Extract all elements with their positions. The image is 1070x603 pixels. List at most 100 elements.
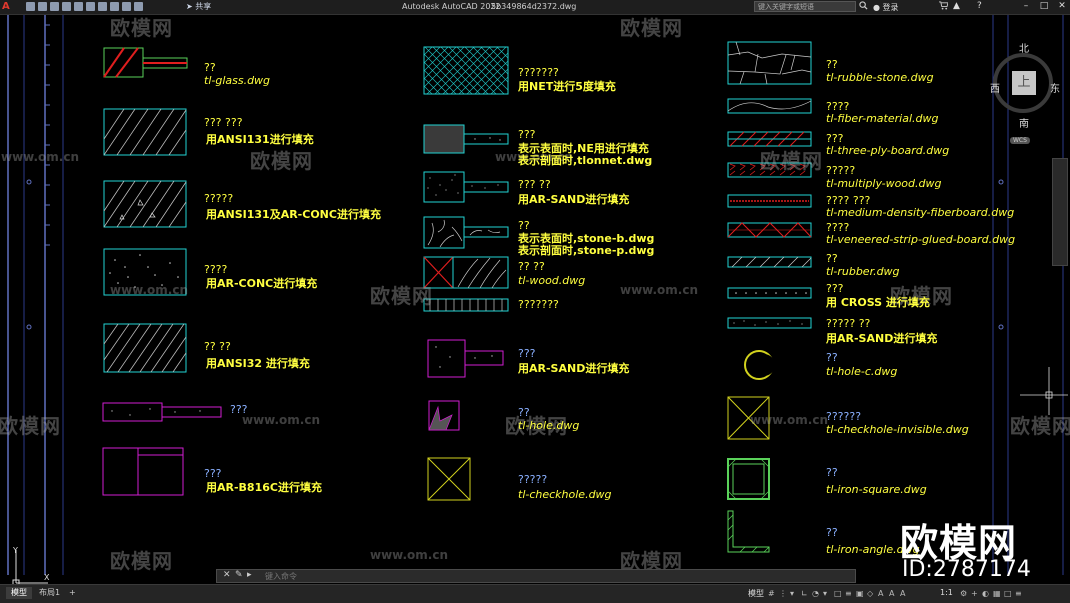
grid-icon[interactable]: # — [768, 589, 776, 598]
save-web-icon[interactable] — [86, 2, 95, 11]
open-web-icon[interactable] — [74, 2, 83, 11]
annotation-scale[interactable]: 1:1 — [940, 588, 953, 597]
autoscale-icon[interactable]: A — [900, 589, 908, 598]
hatch-desc: 用ANSI131及AR-CONC进行填充 — [206, 208, 381, 221]
login-button[interactable]: ● 登录 — [873, 2, 899, 13]
close-button[interactable]: ✕ — [1054, 0, 1070, 13]
hatch-desc: 用AR-B816C进行填充 — [206, 481, 322, 494]
hatch-desc: 用AR-SAND进行填充 — [518, 193, 630, 206]
hatch-file: tl-rubber.dwg — [826, 265, 900, 278]
save-as-icon[interactable] — [62, 2, 71, 11]
hatch-desc: 表示剖面时,tlonnet.dwg — [518, 154, 653, 167]
annotation-icon[interactable]: A — [878, 589, 886, 598]
osnap-icon[interactable]: □ — [834, 589, 842, 598]
transparency-icon[interactable]: ▣ — [856, 589, 864, 598]
hatch-title: ?? ?? — [518, 260, 545, 273]
tab-layout1[interactable]: 布局1 — [34, 587, 65, 599]
ortho-icon[interactable]: ∟ — [801, 589, 809, 598]
share-label: 共享 — [195, 2, 212, 11]
hatch-title: ??? ?? — [518, 178, 551, 191]
cart-icon[interactable] — [939, 1, 949, 12]
drawing-canvas[interactable]: 欧模网 欧模网 欧模网 欧模网 欧模网 欧模网 欧模网 欧模网 欧模网 欧模网 … — [0, 15, 1070, 587]
tab-model[interactable]: 模型 — [6, 587, 32, 599]
watermark-brand: 欧模网 — [250, 149, 313, 173]
autocad-logo-icon[interactable]: A — [2, 1, 14, 13]
watermark-url: www.om.cn — [242, 413, 321, 427]
hatch-title: ??????? — [518, 66, 559, 79]
command-line: ✕ ✎ ▸ — [216, 569, 856, 583]
hatch-title: ?? — [518, 219, 530, 232]
gear-icon[interactable]: ⚙ — [960, 589, 968, 598]
workspace-icon[interactable] — [134, 2, 143, 11]
hatch-title: ?? — [826, 351, 838, 364]
status-bar: 模型 布局1 + 模型 # ⋮ ▾ ∟ ◔ ▾ □ ≡ ▣ ◇ A A A 1:… — [0, 584, 1070, 603]
customize-icon[interactable]: ≡ — [1015, 589, 1023, 598]
help-icon[interactable]: ? — [977, 1, 982, 11]
hatch-title: ????? — [518, 473, 548, 486]
selection-cycling-icon[interactable]: ◇ — [867, 589, 875, 598]
watermark-brand: 欧模网 — [110, 549, 173, 573]
new-file-icon[interactable] — [26, 2, 35, 11]
watermark-url: www.om.cn — [110, 283, 189, 297]
minimize-button[interactable]: – — [1018, 0, 1034, 13]
watermark-url: www.om.cn — [620, 283, 699, 297]
file-name: 5b349864d2372.dwg — [491, 2, 577, 11]
viewcube[interactable]: 北 西 上 东 南 WCS — [990, 40, 1060, 144]
wcs-menu[interactable]: WCS — [1010, 137, 1030, 144]
compass-south[interactable]: 南 — [1019, 115, 1029, 130]
quick-access-toolbar — [26, 2, 143, 12]
isolate-icon[interactable]: ◐ — [982, 589, 990, 598]
polar-icon[interactable]: ◔ — [812, 589, 820, 598]
hatch-file: tl-iron-square.dwg — [826, 483, 927, 496]
hatch-desc: 用ANSI32 进行填充 — [206, 357, 310, 370]
hatch-file: tl-checkhole.dwg — [518, 488, 612, 501]
viewcube-top-face[interactable]: 上 — [1012, 71, 1036, 95]
wrench-icon[interactable]: ✎ — [235, 570, 243, 580]
maximize-button[interactable]: □ — [1036, 0, 1052, 13]
plus-icon[interactable]: + — [971, 589, 979, 598]
search-input[interactable]: 键入关键字或短语 — [754, 1, 856, 12]
snap-icon[interactable]: ⋮ — [779, 589, 787, 598]
open-file-icon[interactable] — [38, 2, 47, 11]
command-prompt-icon[interactable]: ▸ — [247, 570, 252, 580]
undo-icon[interactable] — [110, 2, 119, 11]
hatch-title: ?? — [518, 406, 530, 419]
search-icon[interactable] — [859, 1, 868, 10]
status-toggles: # ⋮ ▾ ∟ ◔ ▾ □ ≡ ▣ ◇ A A A — [768, 587, 908, 600]
hatch-title: ??? — [518, 347, 536, 360]
share-button[interactable]: ➤ 共享 — [186, 1, 211, 12]
watermark-url: www.om.cn — [1, 150, 80, 164]
redo-icon[interactable] — [122, 2, 131, 11]
app-title: Autodesk AutoCAD 2022 — [402, 2, 501, 11]
status-right-icons: ⚙ + ◐ ▦ □ ≡ — [960, 587, 1023, 600]
close-icon[interactable]: ✕ — [223, 570, 231, 580]
hatch-file: tl-veneered-strip-glued-board.dwg — [826, 233, 1016, 246]
share-icon: ➤ — [186, 2, 193, 11]
clean-screen-icon[interactable]: □ — [1004, 589, 1012, 598]
add-layout-button[interactable]: + — [64, 587, 81, 599]
lineweight-icon[interactable]: ≡ — [845, 589, 853, 598]
save-icon[interactable] — [50, 2, 59, 11]
compass-west[interactable]: 西 — [990, 80, 1000, 95]
hatch-title: ?? — [826, 252, 838, 265]
hatch-title: ?????? — [826, 410, 862, 423]
hatch-desc: 用 CROSS 进行填充 — [826, 296, 930, 309]
model-space-button[interactable]: 模型 — [748, 588, 764, 599]
annovisibility-icon[interactable]: A — [889, 589, 897, 598]
isodraft-icon[interactable]: ▾ — [823, 589, 831, 598]
watermark-brand: 欧模网 — [620, 16, 683, 40]
hardware-accel-icon[interactable]: ▦ — [993, 589, 1001, 598]
autodesk-app-icon[interactable]: ▲ — [953, 1, 960, 11]
plot-icon[interactable] — [98, 2, 107, 11]
hatch-desc: 用ANSI131进行填充 — [206, 133, 314, 146]
hatch-desc: 用NET进行5度填充 — [518, 80, 616, 93]
watermark-url: www.om.cn — [370, 548, 449, 562]
command-input[interactable] — [265, 571, 849, 581]
navigation-bar[interactable] — [1052, 158, 1068, 266]
hatch-desc: 表示剖面时,stone-p.dwg — [518, 244, 655, 257]
compass-east[interactable]: 东 — [1050, 80, 1060, 95]
hatch-title: ????? ?? — [826, 317, 871, 330]
hatch-title: ????? — [204, 192, 234, 205]
infer-icon[interactable]: ▾ — [790, 589, 798, 598]
hatch-title: ??? — [518, 128, 536, 141]
